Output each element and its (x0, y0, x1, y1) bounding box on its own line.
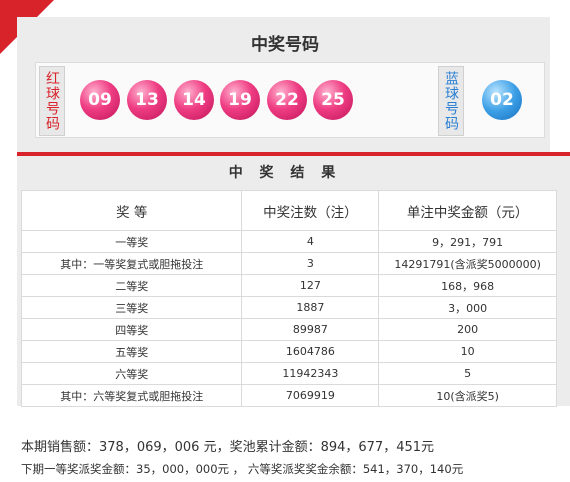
prize-amount: 10(含派奖5) (378, 384, 557, 407)
column-header-count: 中奖注数（注） (241, 190, 380, 231)
table-row: 三等奖 1887 3，000 (20, 296, 557, 319)
sales-summary: 本期销售额：378，069，006 元，奖池累计金额：894，677，451元 (21, 440, 435, 455)
column-header-prize: 奖 等 (20, 190, 243, 231)
winner-count: 1887 (241, 296, 380, 319)
winner-count: 7069919 (241, 384, 380, 407)
prize-amount: 5 (378, 362, 557, 385)
red-ball: 13 (127, 80, 167, 120)
column-header-amount: 单注中奖金额（元） (378, 190, 557, 231)
blue-ball: 02 (482, 80, 522, 120)
table-row: 六等奖 11942343 5 (20, 362, 557, 385)
table-row: 一等奖 4 9，291，791 (20, 230, 557, 253)
table-row: 四等奖 89987 200 (20, 318, 557, 341)
prize-amount: 9，291，791 (378, 230, 557, 253)
table-row: 五等奖 1604786 10 (20, 340, 557, 363)
prize-level: 其中：六等奖复式或胆拖投注 (20, 384, 243, 407)
ball-box: 红球号码 09 13 14 19 22 25 蓝球号码 02 (35, 62, 545, 138)
winner-count: 3 (241, 252, 380, 275)
winner-count: 1604786 (241, 340, 380, 363)
prize-level: 三等奖 (20, 296, 243, 319)
prize-amount: 168，968 (378, 274, 557, 297)
red-ball: 22 (267, 80, 307, 120)
red-ball: 19 (220, 80, 260, 120)
blue-ball-label: 蓝球号码 (438, 66, 464, 136)
prize-level: 五等奖 (20, 340, 243, 363)
prize-level: 一等奖 (20, 230, 243, 253)
prize-level: 二等奖 (20, 274, 243, 297)
winner-count: 127 (241, 274, 380, 297)
prize-level: 六等奖 (20, 362, 243, 385)
prize-level: 其中：一等奖复式或胆拖投注 (20, 252, 243, 275)
next-draw-summary: 下期一等奖派奖金额：35，000，000元 ， 六等奖派奖奖金余额：541，37… (21, 462, 464, 476)
results-title: 中 奖 结 果 (228, 165, 342, 181)
table-row: 其中：六等奖复式或胆拖投注 7069919 10(含派奖5) (20, 384, 557, 407)
table-header-row: 奖 等 中奖注数（注） 单注中奖金额（元） (20, 190, 557, 231)
winner-count: 11942343 (241, 362, 380, 385)
prize-amount: 200 (378, 318, 557, 341)
table-row: 二等奖 127 168，968 (20, 274, 557, 297)
prize-amount: 14291791(含派奖5000000) (378, 252, 557, 275)
winner-count: 4 (241, 230, 380, 253)
prize-level: 四等奖 (20, 318, 243, 341)
red-ball: 14 (174, 80, 214, 120)
results-table: 奖 等 中奖注数（注） 单注中奖金额（元） 一等奖 4 9，291，791 其中… (20, 190, 557, 407)
red-ball: 09 (80, 80, 120, 120)
winner-count: 89987 (241, 318, 380, 341)
prize-amount: 3，000 (378, 296, 557, 319)
red-ball: 25 (313, 80, 353, 120)
table-row: 其中：一等奖复式或胆拖投注 3 14291791(含派奖5000000) (20, 252, 557, 275)
prize-amount: 10 (378, 340, 557, 363)
page-title: 中奖号码 (251, 35, 319, 55)
red-ball-label: 红球号码 (39, 66, 65, 136)
